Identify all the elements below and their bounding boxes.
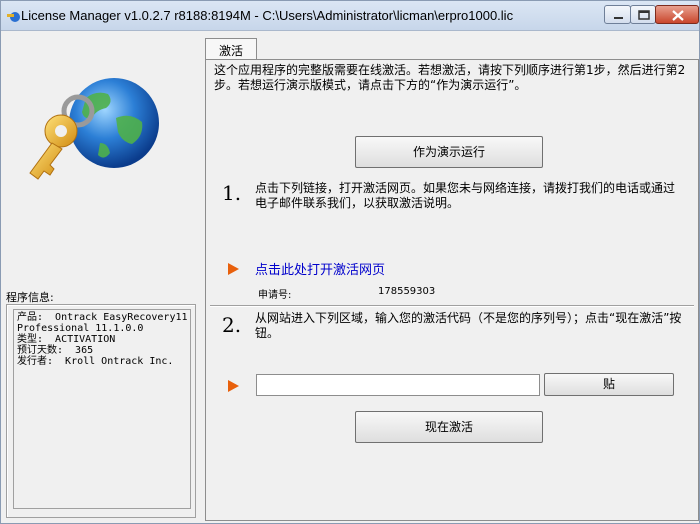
program-info-box: 产品: Ontrack EasyRecovery11 Professional 1… (6, 304, 196, 518)
request-number-value: 178559303 (378, 286, 436, 297)
arrow-right-icon (228, 380, 239, 392)
key-globe-icon (29, 78, 159, 180)
maximize-button[interactable] (630, 5, 656, 24)
activation-panel: 这个应用程序的完整版需要在线激活。若想激活，请按下列顺序进行第1步，然后进行第2… (205, 59, 699, 521)
arrow-right-icon (228, 263, 239, 275)
app-icon (7, 12, 20, 22)
activate-now-button[interactable]: 现在激活 (355, 411, 543, 443)
maximize-icon (638, 10, 650, 20)
step-2-text: 从网站进入下列区域，输入您的激活代码（不是您的序列号）；点击“现在激活”按钮。 (255, 311, 682, 340)
info-line: 发行者: Kroll Ontrack Inc. (17, 356, 174, 367)
close-button[interactable] (655, 5, 699, 24)
divider (210, 305, 694, 307)
minimize-icon (614, 17, 623, 19)
info-line: 类型: ACTIVATION (17, 334, 116, 345)
program-info-text[interactable]: 产品: Ontrack EasyRecovery11 Professional 1… (13, 309, 191, 509)
program-info-label: 程序信息: (6, 291, 54, 304)
step-1-number: 1. (222, 181, 242, 205)
step-1-text: 点击下列链接，打开激活网页。如果您未与网络连接，请拨打我们的电话或通过电子邮件联… (255, 181, 676, 210)
title-bar[interactable]: License Manager v1.0.2.7 r8188:8194M - C… (1, 1, 699, 31)
tab-activation[interactable]: 激活 (205, 38, 257, 60)
intro-text: 这个应用程序的完整版需要在线激活。若想激活，请按下列顺序进行第1步，然后进行第2… (214, 63, 686, 92)
license-manager-window: License Manager v1.0.2.7 r8188:8194M - C… (0, 0, 700, 524)
close-icon (672, 10, 684, 21)
info-line: Professional 11.1.0.0 (17, 323, 144, 334)
paste-button[interactable]: 贴 (544, 373, 674, 396)
info-line: 预订天数: 365 (17, 345, 94, 356)
window-title: License Manager v1.0.2.7 r8188:8194M - C… (21, 8, 514, 23)
request-number-label: 申请号: (258, 290, 292, 301)
info-line: 产品: Ontrack EasyRecovery11 (17, 312, 188, 323)
minimize-button[interactable] (604, 5, 631, 24)
step-2-number: 2. (222, 313, 242, 337)
open-activation-page-link[interactable]: 点击此处打开激活网页 (255, 259, 385, 278)
run-demo-button[interactable]: 作为演示运行 (355, 136, 543, 168)
activation-code-input[interactable] (256, 374, 540, 396)
